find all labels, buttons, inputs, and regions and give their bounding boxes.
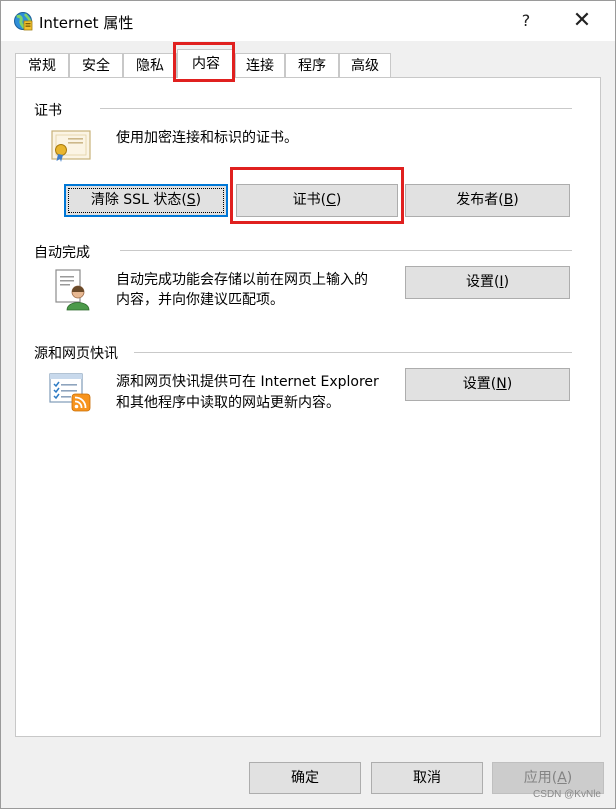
button-label: 清除 SSL 状态( <box>90 192 187 208</box>
certificates-group-label: 证书 <box>34 103 62 119</box>
internet-properties-dialog: Internet 属性 ? ✕ 常规 安全 隐私 内容 连接 程序 高级 证书 … <box>0 0 616 809</box>
csdn-watermark: CSDN @KvNle <box>533 789 601 800</box>
feeds-group-label: 源和网页快讯 <box>34 346 118 362</box>
clear-ssl-state-button[interactable]: 清除 SSL 状态(S) <box>64 184 228 217</box>
button-label-end: ) <box>503 274 510 290</box>
tab-general[interactable]: 常规 <box>15 53 69 78</box>
tab-label: 常规 <box>28 58 56 74</box>
tab-advanced[interactable]: 高级 <box>339 53 391 78</box>
highlight-box-content-tab <box>173 42 235 82</box>
autocomplete-user-icon <box>55 269 90 311</box>
tab-strip: 常规 安全 隐私 内容 连接 程序 高级 <box>15 49 595 78</box>
tab-security[interactable]: 安全 <box>69 53 123 78</box>
rss-feed-icon <box>49 373 91 412</box>
feeds-description-line1: 源和网页快讯提供可在 Internet Explorer <box>116 374 379 390</box>
tab-label: 连接 <box>246 58 274 74</box>
button-label: 设置( <box>465 274 500 290</box>
access-key: A <box>557 770 567 786</box>
group-divider <box>134 352 572 353</box>
button-label: 取消 <box>413 770 441 786</box>
highlight-box-certificates-button <box>230 167 404 224</box>
feeds-description-line2: 和其他程序中读取的网站更新内容。 <box>116 395 340 411</box>
autocomplete-group-label: 自动完成 <box>34 245 90 261</box>
autocomplete-description-line2: 内容，并向你建议匹配项。 <box>116 292 284 308</box>
certificate-icon <box>51 130 91 162</box>
button-label: 应用( <box>523 770 558 786</box>
access-key: S <box>186 192 196 208</box>
tab-label: 高级 <box>351 58 379 74</box>
dialog-footer: 确定 取消 应用(A) <box>1 741 615 808</box>
window-title: Internet 属性 <box>39 14 134 32</box>
button-label-end: ) <box>566 770 573 786</box>
button-label-end: ) <box>513 192 519 208</box>
ok-button[interactable]: 确定 <box>249 762 361 794</box>
group-divider <box>100 108 572 109</box>
tab-label: 程序 <box>298 58 326 74</box>
certificates-description: 使用加密连接和标识的证书。 <box>116 130 298 146</box>
tab-connections[interactable]: 连接 <box>235 53 285 78</box>
autocomplete-description-line1: 自动完成功能会存储以前在网页上输入的 <box>116 272 368 288</box>
button-label: 设置( <box>462 376 497 392</box>
internet-globe-icon <box>14 12 33 31</box>
autocomplete-settings-button[interactable]: 设置(I) <box>405 266 570 299</box>
button-label: 确定 <box>291 770 319 786</box>
tab-programs[interactable]: 程序 <box>285 53 339 78</box>
button-label-end: ) <box>195 192 202 208</box>
cancel-button[interactable]: 取消 <box>371 762 483 794</box>
tab-label: 安全 <box>82 58 110 74</box>
publishers-button[interactable]: 发布者(B) <box>405 184 570 217</box>
tab-label: 隐私 <box>136 58 164 74</box>
button-label: 发布者( <box>456 192 504 208</box>
access-key: B <box>503 192 514 208</box>
help-button[interactable]: ? <box>513 9 539 33</box>
title-bar: Internet 属性 ? ✕ <box>1 1 615 41</box>
feeds-settings-button[interactable]: 设置(N) <box>405 368 570 401</box>
group-divider <box>120 250 572 251</box>
access-key: N <box>496 376 507 392</box>
tab-privacy[interactable]: 隐私 <box>123 53 177 78</box>
close-button[interactable]: ✕ <box>567 7 597 35</box>
button-label-end: ) <box>506 376 513 392</box>
